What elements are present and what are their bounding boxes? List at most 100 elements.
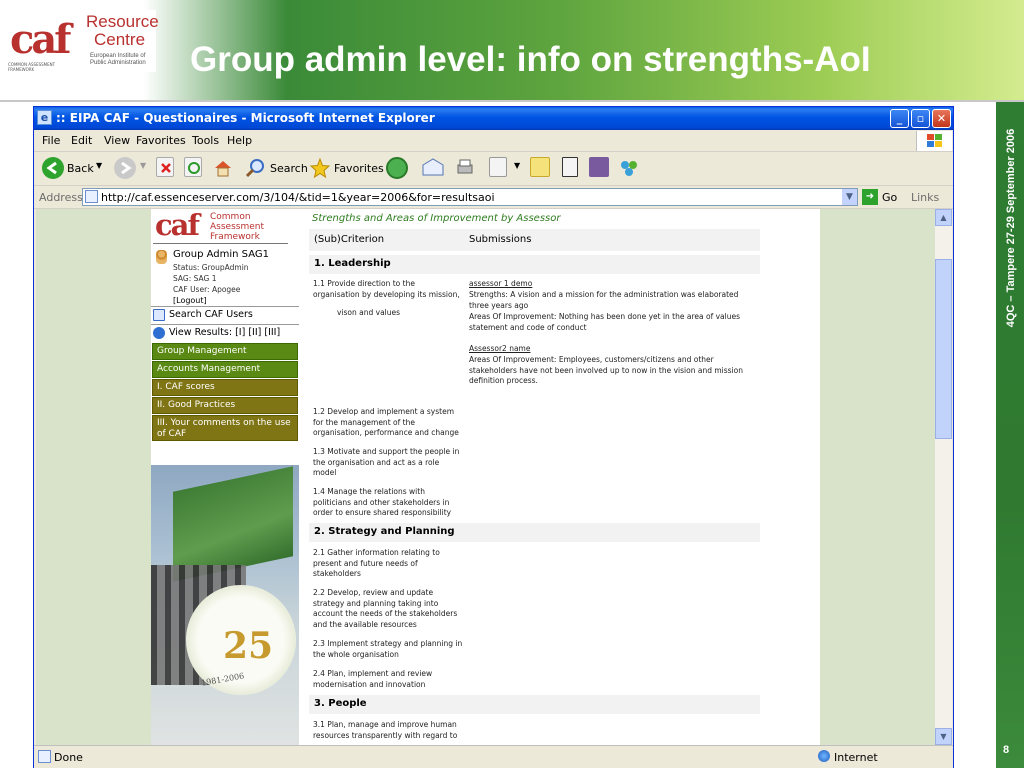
criterion-1-4: 1.4 Manage the relations with politician…: [313, 487, 452, 517]
site-navigation: caf Common Assessment Framework Group Ad…: [151, 209, 299, 745]
back-arrow-icon[interactable]: [42, 157, 64, 179]
edit-dropdown-icon[interactable]: ▼: [514, 161, 520, 170]
go-button[interactable]: Go: [882, 191, 897, 204]
print-icon[interactable]: [454, 157, 476, 179]
go-arrow-icon[interactable]: ➜: [862, 189, 878, 205]
vertical-scrollbar[interactable]: ▲ ▼: [935, 209, 952, 745]
edit-icon[interactable]: [489, 157, 507, 177]
discuss-icon[interactable]: [530, 157, 550, 177]
criterion-1-2: 1.2 Develop and implement a system for t…: [313, 407, 459, 437]
address-input[interactable]: http://caf.essenceserver.com/3/104/&tid=…: [82, 188, 858, 206]
status-bar: Done Internet: [34, 745, 953, 768]
nav-comments-on-caf[interactable]: III. Your comments on the use of CAF: [152, 415, 298, 441]
history-icon[interactable]: [386, 157, 408, 179]
column-header-submissions: Submissions: [469, 234, 532, 245]
slide-page-number: 8: [1003, 744, 1010, 756]
eipa-anniversary-photo: 25 1981-2006: [151, 465, 299, 745]
maximize-button[interactable]: ▫: [911, 109, 930, 128]
menu-tools[interactable]: Tools: [192, 134, 219, 147]
section-leadership: 1. Leadership: [309, 255, 760, 274]
criterion-2-1: 2.1 Gather information relating to prese…: [313, 548, 440, 578]
caf-logo: caf Common Assessment Framework: [153, 209, 288, 244]
window-titlebar[interactable]: e :: EIPA CAF - Questionaires - Microsof…: [34, 107, 953, 130]
view-results-links[interactable]: View Results: [I] [II] [III]: [169, 327, 280, 338]
logout-link[interactable]: [Logout]: [173, 296, 207, 305]
menu-bar: File Edit View Favorites Tools Help: [34, 130, 953, 152]
browser-window: e :: EIPA CAF - Questionaires - Microsof…: [33, 106, 954, 768]
nav-caf-scores[interactable]: I. CAF scores: [152, 379, 298, 396]
user-icon: [156, 250, 167, 264]
logo-line1: Resource: [86, 12, 159, 31]
user-sag: SAG: SAG 1: [173, 274, 217, 283]
section-people: 3. People: [309, 695, 760, 714]
nav-accounts-management[interactable]: Accounts Management: [152, 361, 298, 378]
internet-zone-icon: [818, 750, 830, 762]
logo-mark: caf: [10, 16, 72, 63]
user-info: Group Admin SAG1 Status: GroupAdmin SAG:…: [151, 247, 299, 305]
caf-resource-centre-logo: caf Resource Centre European Institute o…: [6, 10, 159, 72]
forward-dropdown-icon[interactable]: ▼: [140, 161, 146, 170]
back-dropdown-icon[interactable]: ▼: [96, 161, 102, 170]
refresh-icon[interactable]: [184, 157, 202, 177]
scroll-up-icon[interactable]: ▲: [935, 209, 952, 226]
mail-icon[interactable]: [421, 157, 445, 179]
minimize-button[interactable]: _: [890, 109, 909, 128]
info-icon: [153, 327, 165, 339]
menu-help[interactable]: Help: [227, 134, 252, 147]
logo-line2: Centre: [94, 30, 146, 49]
search-button[interactable]: Search: [270, 162, 308, 175]
window-title: :: EIPA CAF - Questionaires - Microsoft …: [56, 111, 435, 125]
ie-icon: e: [37, 110, 52, 125]
criterion-1-3: 1.3 Motivate and support the people in t…: [313, 447, 460, 477]
caf-logo-text: Common Assessment Framework: [210, 212, 264, 242]
favorites-star-icon[interactable]: [309, 157, 331, 179]
address-dropdown-icon[interactable]: ▼: [842, 189, 857, 205]
links-button[interactable]: Links: [911, 191, 939, 204]
search-icon[interactable]: [244, 157, 266, 179]
criterion-1-1: 1.1 Provide direction to the organisatio…: [313, 279, 460, 299]
page-viewport: caf Common Assessment Framework Group Ad…: [36, 209, 935, 745]
criterion-2-2: 2.2 Develop, review and update strategy …: [313, 588, 458, 629]
page-done-icon: [38, 750, 51, 763]
criterion-3-1: 3.1 Plan, manage and improve human resou…: [313, 720, 458, 740]
slide-title: Group admin level: info on strengths-AoI: [190, 40, 871, 79]
assessor1-aoi: Areas Of Improvement: Nothing has been d…: [469, 312, 740, 332]
search-caf-users-row[interactable]: Search CAF Users: [151, 306, 299, 323]
web-page: caf Common Assessment Framework Group Ad…: [151, 209, 820, 745]
nav-good-practices[interactable]: II. Good Practices: [152, 397, 298, 414]
messenger-icon[interactable]: [589, 157, 609, 177]
scroll-down-icon[interactable]: ▼: [935, 728, 952, 745]
user-status: Status: GroupAdmin: [173, 263, 249, 272]
people-icon[interactable]: [619, 157, 639, 177]
close-button[interactable]: ✕: [932, 109, 951, 128]
menu-file[interactable]: File: [42, 134, 60, 147]
forward-arrow-icon[interactable]: [114, 157, 136, 179]
nav-group-management[interactable]: Group Management: [152, 343, 298, 360]
scroll-thumb[interactable]: [935, 259, 952, 439]
assessor1-name[interactable]: assessor 1 demo: [469, 279, 749, 290]
back-button[interactable]: Back: [67, 162, 94, 175]
search-caf-users-link[interactable]: Search CAF Users: [169, 309, 253, 320]
criterion-2-3: 2.3 Implement strategy and planning in t…: [313, 639, 463, 659]
user-name: Group Admin SAG1: [173, 249, 269, 260]
research-icon[interactable]: [562, 157, 578, 177]
menu-favorites[interactable]: Favorites: [136, 134, 186, 147]
section-strategy-planning: 2. Strategy and Planning: [309, 523, 760, 542]
assessor2-name[interactable]: Assessor2 name: [469, 344, 749, 355]
caf-logo-mark: caf: [155, 209, 200, 242]
logo-subtitle: European Institute of Public Administrat…: [90, 53, 146, 66]
content-heading: Strengths and Areas of Improvement by As…: [312, 213, 561, 224]
criterion-1-1-cont: vison and values: [337, 308, 401, 317]
stop-icon[interactable]: [156, 157, 174, 177]
favorites-button[interactable]: Favorites: [334, 162, 384, 175]
results-content: Strengths and Areas of Improvement by As…: [299, 209, 820, 745]
windows-flag-icon: [916, 131, 952, 151]
menu-view[interactable]: View: [104, 134, 130, 147]
search-icon: [153, 309, 165, 321]
banner-divider: [0, 100, 1024, 102]
home-icon[interactable]: [212, 157, 234, 179]
anniversary-number: 25: [223, 625, 274, 667]
user-caf-user: CAF User: Apogee: [173, 285, 241, 294]
page-icon: [85, 190, 98, 203]
menu-edit[interactable]: Edit: [71, 134, 92, 147]
